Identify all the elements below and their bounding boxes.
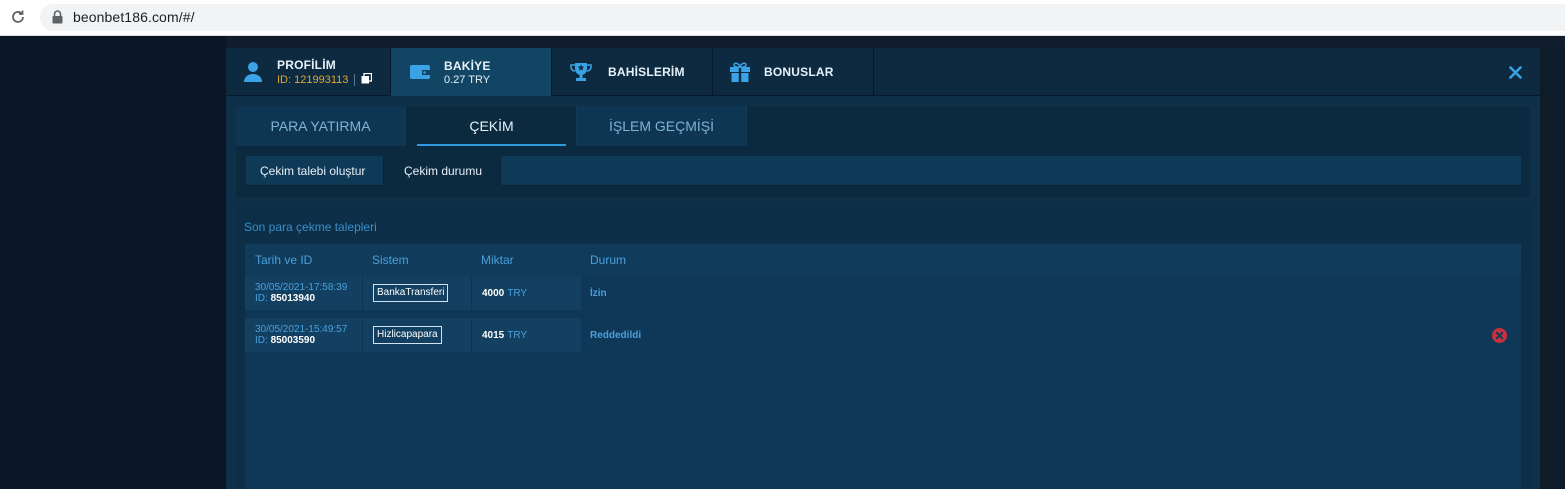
tab-transaction-history[interactable]: İŞLEM GEÇMİŞİ: [577, 106, 747, 146]
section-title: Son para çekme talepleri: [244, 220, 377, 234]
page-right-area: [1540, 48, 1565, 489]
column-date-id: Tarih ve ID: [255, 253, 313, 267]
table-header: Tarih ve ID Sistem Miktar Durum: [245, 244, 1521, 276]
tab-my-bets[interactable]: BAHİSLERİM: [552, 48, 713, 96]
amount-cell: 4000 TRY: [473, 276, 581, 310]
tab-profile[interactable]: PROFİLİM ID: 121993113: [226, 48, 391, 96]
table-row: 30/05/2021-17:58:39 ID: 85013940 BankaTr…: [245, 276, 1521, 310]
cancel-circle-icon[interactable]: [1492, 328, 1507, 343]
gift-icon: [728, 60, 752, 84]
tab-deposit[interactable]: PARA YATIRMA: [236, 106, 406, 146]
request-date: 30/05/2021-17:58:39: [255, 282, 348, 293]
tab-bonuses[interactable]: BONUSLAR: [713, 48, 874, 96]
amount-cell: 4015 TRY: [473, 318, 581, 352]
profile-id: ID: 121993113: [277, 73, 349, 86]
date-id-cell: 30/05/2021-15:49:57 ID: 85003590: [245, 318, 363, 352]
balance-title: BAKİYE: [444, 58, 491, 73]
amount-value: 4015: [482, 329, 505, 341]
column-status: Durum: [590, 253, 627, 267]
table-row: 30/05/2021-15:49:57 ID: 85003590 Hizlica…: [245, 318, 1521, 352]
account-modal: PROFİLİM ID: 121993113 BAKİYE 0.27 TRY B…: [226, 48, 1540, 489]
system-cell: BankaTransferi: [364, 276, 472, 310]
address-bar[interactable]: beonbet186.com/#/: [40, 4, 1565, 31]
request-date: 30/05/2021-15:49:57: [255, 324, 348, 335]
tab-withdraw[interactable]: ÇEKİM: [407, 106, 577, 146]
bets-title: BAHİSLERİM: [608, 65, 685, 79]
column-system: Sistem: [372, 253, 409, 267]
amount-currency: TRY: [507, 329, 528, 341]
browser-toolbar: beonbet186.com/#/: [0, 0, 1565, 36]
recent-withdrawals-panel: Son para çekme talepleri Tarih ve ID Sis…: [236, 208, 1530, 489]
url-text: beonbet186.com/#/: [73, 9, 195, 25]
request-id-prefix: ID:: [255, 335, 268, 346]
lock-icon: [52, 10, 63, 29]
user-icon: [241, 60, 265, 84]
wallet-icon: [408, 60, 432, 84]
main-tabs: PARA YATIRMA ÇEKİM İŞLEM GEÇMİŞİ: [236, 106, 1530, 146]
request-id: 85013940: [270, 293, 316, 304]
request-id-prefix: ID:: [255, 293, 268, 304]
trophy-icon: [566, 60, 596, 84]
modal-header: PROFİLİM ID: 121993113 BAKİYE 0.27 TRY B…: [226, 48, 1540, 96]
withdrawals-table: Tarih ve ID Sistem Miktar Durum 30/05/20…: [245, 244, 1521, 489]
page-left-area: [0, 36, 226, 489]
reload-icon[interactable]: [8, 7, 28, 27]
status-text: Reddedildi: [590, 329, 642, 341]
status-cell: Reddedildi: [581, 318, 1521, 352]
amount-value: 4000: [482, 287, 505, 299]
system-badge: BankaTransferi: [373, 284, 449, 302]
id-separator: [354, 73, 356, 86]
status-cell: İzin: [581, 276, 1521, 310]
profile-title: PROFİLİM: [277, 57, 336, 72]
balance-value: 0.27 TRY: [444, 73, 491, 86]
subtab-withdraw-status[interactable]: Çekim durumu: [383, 156, 501, 186]
date-id-cell: 30/05/2021-17:58:39 ID: 85013940: [245, 276, 363, 310]
subtab-create-request[interactable]: Çekim talebi oluştur: [246, 156, 382, 186]
system-cell: Hizlicapapara: [364, 318, 472, 352]
column-amount: Miktar: [481, 253, 514, 267]
withdraw-panel: PARA YATIRMA ÇEKİM İŞLEM GEÇMİŞİ Çekim t…: [236, 106, 1530, 198]
amount-currency: TRY: [507, 287, 528, 299]
request-id: 85003590: [270, 335, 316, 346]
status-text: İzin: [590, 287, 607, 299]
tab-balance[interactable]: BAKİYE 0.27 TRY: [391, 48, 552, 96]
close-icon[interactable]: [1506, 63, 1524, 81]
withdraw-subtabs: Çekim talebi oluştur Çekim durumu: [246, 156, 1521, 186]
bonuses-title: BONUSLAR: [764, 65, 834, 79]
copy-icon[interactable]: [361, 72, 373, 87]
page-top-strip: [226, 36, 1565, 48]
system-badge: Hizlicapapara: [373, 326, 442, 344]
